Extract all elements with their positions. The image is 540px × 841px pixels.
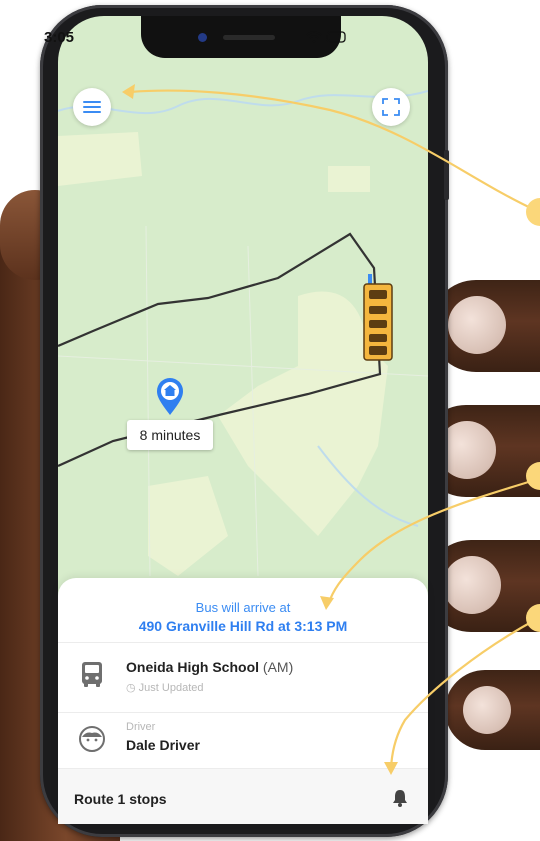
- callout-arrow-bell: [389, 619, 536, 769]
- status-time: 3:05: [44, 29, 75, 46]
- callout-arrow-menu: [129, 89, 536, 211]
- status-icons: [305, 30, 349, 47]
- earpiece-speaker: [223, 35, 275, 40]
- callout-arrows: [122, 84, 536, 775]
- arrow-head-icon: [320, 596, 334, 610]
- front-camera: [198, 33, 207, 42]
- arrow-head-icon: [122, 84, 135, 99]
- eta-label: 8 minutes: [127, 420, 213, 450]
- wifi-icon: [306, 31, 322, 44]
- arrow-head-icon: [384, 762, 398, 775]
- callout-arrow-arrival: [326, 478, 536, 606]
